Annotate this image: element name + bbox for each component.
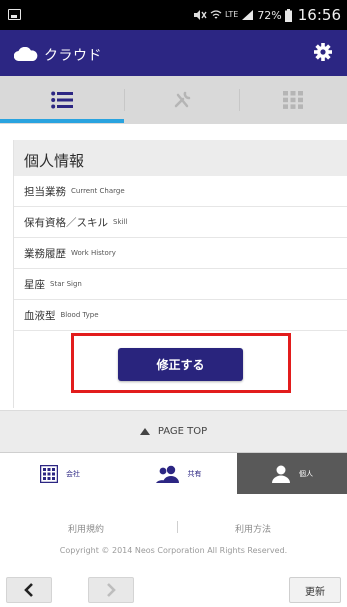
field-work-history: 業務履歴 Work History — [14, 238, 347, 269]
browser-toolbar: 更新 — [0, 574, 347, 607]
battery-icon — [284, 8, 292, 22]
up-arrow-icon — [139, 428, 150, 435]
section-title: 個人情報 — [14, 140, 347, 176]
field-label-en: Star Sign — [50, 280, 82, 288]
field-label-jp: 担当業務 — [24, 185, 66, 198]
app-bar: クラウド — [0, 30, 347, 76]
app-title: クラウド — [44, 48, 102, 64]
bottom-nav: 会社 共有 個人 — [0, 452, 347, 494]
field-label-jp: 血液型 — [24, 309, 56, 322]
mute-icon — [194, 10, 207, 20]
list-icon — [51, 91, 73, 109]
refresh-button[interactable]: 更新 — [289, 577, 341, 603]
field-label-jp: 業務履歴 — [24, 247, 66, 260]
tab-grid[interactable] — [239, 76, 347, 124]
forward-button[interactable] — [88, 577, 134, 603]
nav-label: 個人 — [299, 469, 313, 478]
field-star-sign: 星座 Star Sign — [14, 269, 347, 300]
footer-links: 利用規約 利用方法 — [0, 521, 347, 535]
field-label-jp: 保有資格／スキル — [24, 216, 108, 229]
edit-button[interactable]: 修正する — [118, 348, 243, 381]
field-label-en: Skill — [113, 218, 128, 226]
field-current-charge: 担当業務 Current Charge — [14, 176, 347, 207]
chevron-left-icon — [24, 583, 33, 597]
tools-icon — [174, 91, 190, 108]
active-tab-indicator — [0, 119, 124, 123]
page-top-label: PAGE TOP — [157, 426, 208, 437]
battery-percent: 72% — [257, 8, 282, 22]
profile-fields: 担当業務 Current Charge 保有資格／スキル Skill 業務履歴 … — [14, 176, 347, 331]
building-icon — [40, 464, 58, 483]
wifi-icon — [210, 10, 222, 19]
field-blood-type: 血液型 Blood Type — [14, 300, 347, 331]
tab-list[interactable] — [0, 76, 124, 124]
chevron-right-icon — [107, 583, 116, 597]
nav-share[interactable]: 共有 — [120, 453, 237, 494]
tab-bar — [0, 76, 347, 124]
settings-gear-icon[interactable] — [313, 42, 333, 62]
clock: 16:56 — [297, 6, 341, 24]
field-label-en: Work History — [71, 249, 116, 257]
users-icon — [155, 465, 179, 483]
field-label-jp: 星座 — [24, 278, 45, 291]
person-icon — [272, 465, 290, 483]
nav-label: 会社 — [66, 469, 80, 478]
nav-company[interactable]: 会社 — [0, 453, 120, 494]
cloud-icon — [14, 47, 38, 61]
tab-tools[interactable] — [124, 76, 239, 124]
back-button[interactable] — [6, 577, 52, 603]
nav-personal[interactable]: 個人 — [237, 453, 347, 494]
network-type: LTE — [225, 10, 239, 19]
field-label-en: Blood Type — [60, 311, 99, 319]
page-top-button[interactable]: PAGE TOP — [0, 410, 347, 452]
field-label-en: Current Charge — [71, 187, 125, 195]
grid-icon — [283, 91, 303, 109]
terms-link[interactable]: 利用規約 — [68, 522, 104, 535]
field-skill: 保有資格／スキル Skill — [14, 207, 347, 238]
nav-label: 共有 — [187, 469, 202, 478]
footer: 利用規約 利用方法 Copyright © 2014 Neos Corporat… — [0, 494, 347, 574]
image-notification-icon — [8, 9, 21, 20]
copyright: Copyright © 2014 Neos Corporation All Ri… — [59, 546, 288, 555]
status-icons: LTE 72% 16:56 — [193, 5, 341, 25]
signal-icon — [242, 10, 254, 20]
footer-divider — [177, 521, 178, 533]
usage-link[interactable]: 利用方法 — [235, 522, 271, 535]
status-bar: LTE 72% 16:56 — [0, 0, 347, 30]
